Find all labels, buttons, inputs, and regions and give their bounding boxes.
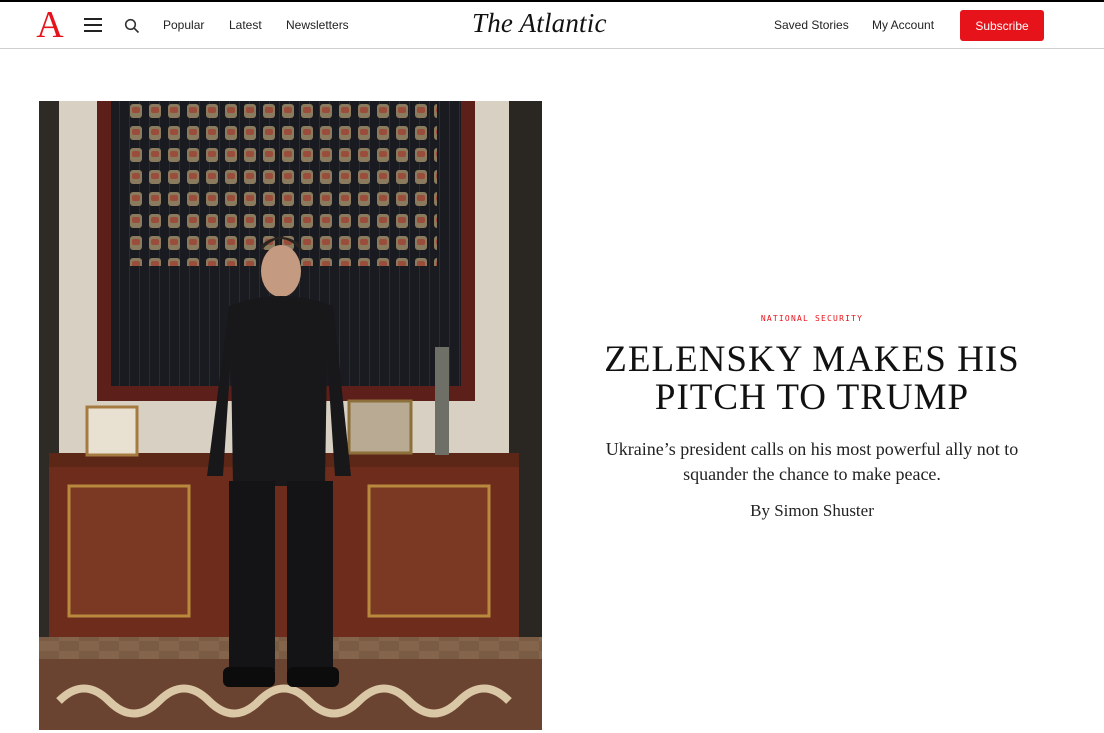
article-teaser: NATIONAL SECURITY ZELENSKY MAKES HIS PIT… (582, 314, 1042, 521)
article-dek: Ukraine’s president calls on his most po… (605, 439, 1019, 484)
headline[interactable]: ZELENSKY MAKES HIS PITCH TO TRUMP (582, 341, 1042, 417)
menu-icon[interactable] (84, 18, 102, 32)
subscribe-button[interactable]: Subscribe (960, 10, 1044, 41)
search-icon[interactable] (124, 18, 140, 34)
hero-photo[interactable] (39, 101, 542, 730)
nav-popular[interactable]: Popular (163, 18, 204, 32)
hero-photo-illustration (39, 101, 542, 730)
nav-latest[interactable]: Latest (229, 18, 262, 32)
saved-stories-link[interactable]: Saved Stories (774, 18, 849, 32)
my-account-link[interactable]: My Account (872, 18, 934, 32)
headline-line-2: PITCH TO TRUMP (654, 377, 970, 418)
byline[interactable]: By Simon Shuster (582, 501, 1042, 521)
nav-newsletters[interactable]: Newsletters (286, 18, 349, 32)
atlantic-a-logo[interactable]: A (36, 6, 63, 44)
top-navigation: A Popular Latest Newsletters The Atlanti… (0, 2, 1104, 49)
brand-wordmark[interactable]: The Atlantic (472, 8, 607, 39)
section-kicker[interactable]: NATIONAL SECURITY (582, 314, 1042, 323)
headline-line-1: ZELENSKY MAKES HIS (604, 339, 1020, 380)
